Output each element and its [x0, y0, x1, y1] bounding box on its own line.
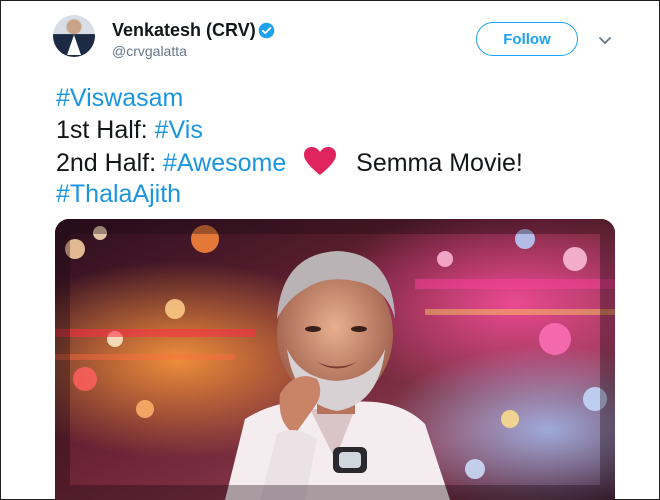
author-handle[interactable]: @crvgalatta: [112, 43, 187, 59]
tweet-text-segment: 2nd Half:: [56, 149, 164, 177]
follow-button[interactable]: Follow: [476, 22, 578, 56]
tweet-line: 2nd Half: #Awesome Semma Movie!: [56, 146, 646, 178]
tweet-text-segment: Semma Movie!: [356, 149, 523, 177]
hashtag-link[interactable]: #Viswasam: [56, 84, 183, 112]
tweet-photo[interactable]: [55, 219, 615, 500]
tweet-line: #ThalaAjith: [56, 178, 646, 210]
chevron-down-icon[interactable]: [598, 36, 612, 46]
photo-illustration: [55, 219, 615, 500]
heart-icon: [304, 147, 337, 175]
hashtag-link[interactable]: #Vis: [155, 116, 203, 144]
hashtag-link[interactable]: #Awesome: [163, 149, 286, 177]
tweet-line: 1st Half: #Vis: [56, 114, 646, 146]
tweet-text: #Viswasam 1st Half: #Vis 2nd Half: #Awes…: [56, 82, 646, 210]
hashtag-link[interactable]: #ThalaAjith: [56, 180, 181, 208]
verified-badge-icon: [258, 22, 275, 39]
avatar[interactable]: [53, 15, 95, 57]
tweet-line: #Viswasam: [56, 82, 646, 114]
tweet-text-segment: 1st Half:: [56, 116, 155, 144]
author-display-name[interactable]: Venkatesh (CRV): [112, 20, 256, 41]
